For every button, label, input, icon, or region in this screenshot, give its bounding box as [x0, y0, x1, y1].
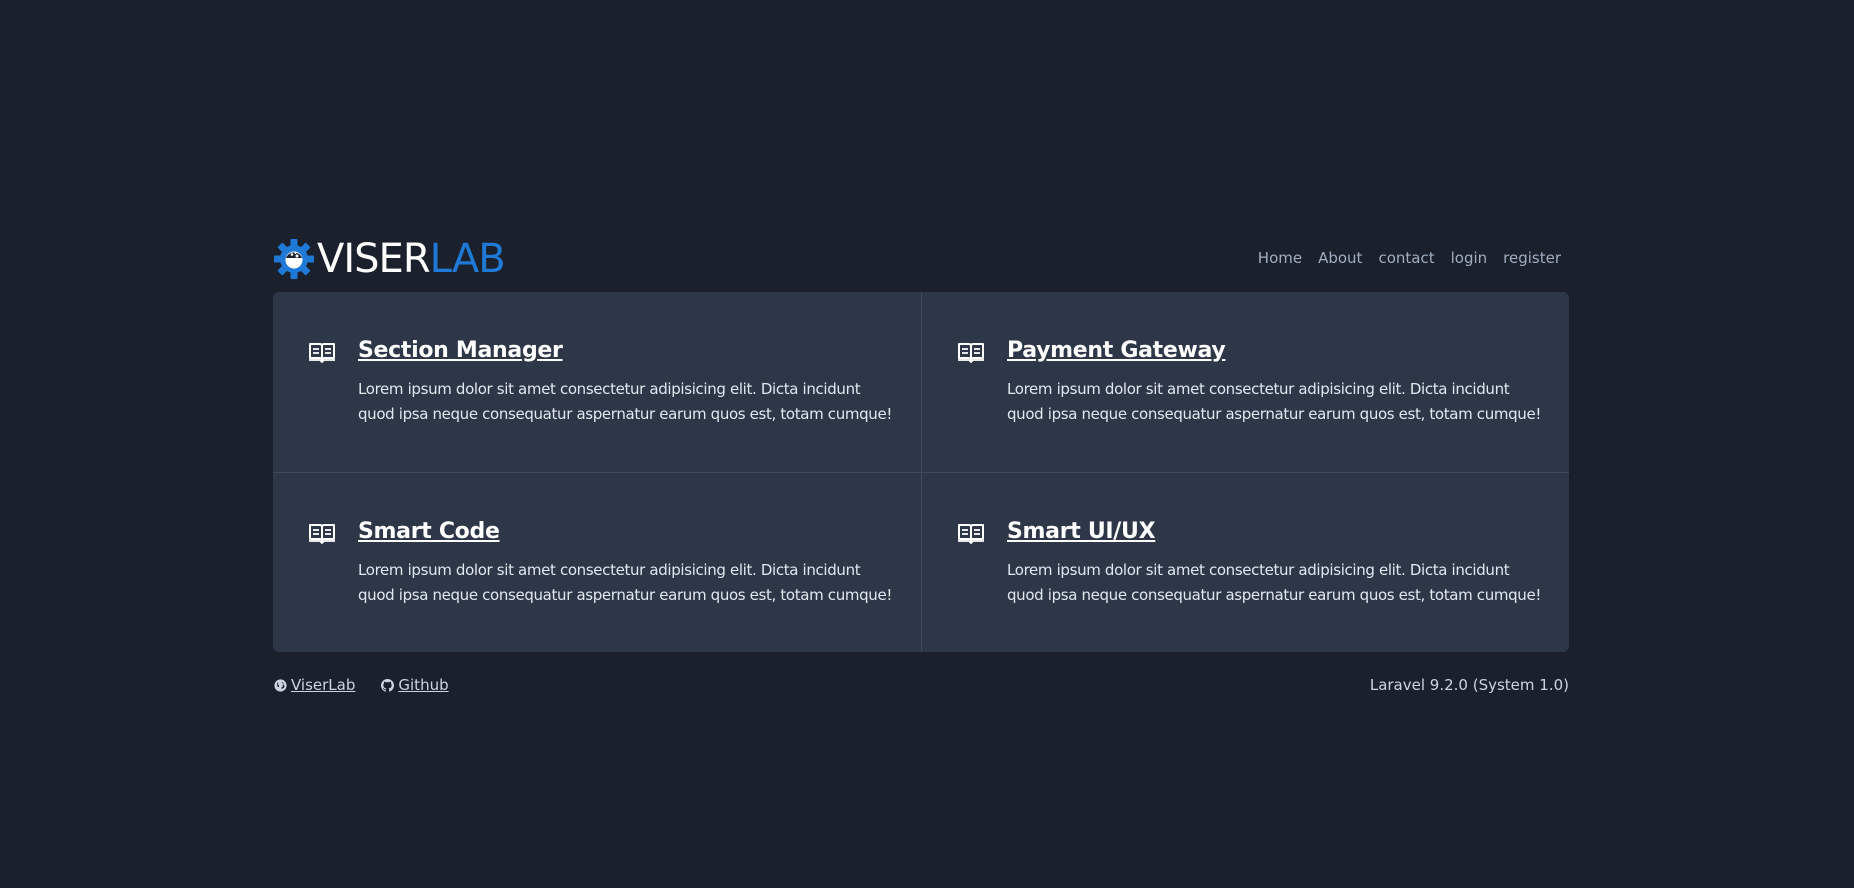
github-icon [381, 678, 395, 692]
nav-contact-link[interactable]: contact [1378, 246, 1434, 270]
brand-part2: LAB [429, 236, 506, 282]
feature-grid: Section Manager Lorem ipsum dolor sit am… [273, 292, 1569, 652]
section-manager-link[interactable]: Section Manager [358, 336, 563, 366]
payment-gateway-link[interactable]: Payment Gateway [1007, 336, 1226, 366]
viserlab-link[interactable]: ViserLab [274, 675, 355, 695]
globe-icon [274, 678, 287, 692]
github-link[interactable]: Github [381, 675, 449, 695]
book-open-icon [309, 524, 335, 544]
github-link-label: Github [398, 676, 449, 694]
card-description: Lorem ipsum dolor sit amet consectetur a… [1007, 561, 1541, 604]
card-description: Lorem ipsum dolor sit amet consectetur a… [1007, 380, 1541, 423]
feature-card: Smart Code Lorem ipsum dolor sit amet co… [273, 472, 921, 652]
footer-links: ViserLab Github [274, 675, 449, 695]
card-description: Lorem ipsum dolor sit amet consectetur a… [358, 380, 892, 423]
nav-about-link[interactable]: About [1318, 246, 1362, 270]
header: VISERLAB Home About contact login regist… [273, 232, 1569, 292]
nav-register-link[interactable]: register [1503, 246, 1561, 270]
book-open-icon [958, 524, 984, 544]
smart-ui-ux-link[interactable]: Smart UI/UX [1007, 517, 1156, 547]
brand-logo[interactable]: VISERLAB [273, 236, 506, 282]
nav-login-link[interactable]: login [1451, 246, 1488, 270]
footer: ViserLab Github Laravel 9.2.0 (System 1.… [273, 675, 1569, 715]
viserlab-link-label: ViserLab [291, 676, 356, 694]
gear-icon [274, 239, 314, 279]
smart-code-link[interactable]: Smart Code [358, 517, 500, 547]
feature-card: Payment Gateway Lorem ipsum dolor sit am… [921, 292, 1569, 472]
feature-card: Section Manager Lorem ipsum dolor sit am… [273, 292, 921, 472]
top-nav: Home About contact login register [1258, 246, 1561, 270]
book-open-icon [309, 343, 335, 363]
feature-card: Smart UI/UX Lorem ipsum dolor sit amet c… [921, 472, 1569, 652]
version-text: Laravel 9.2.0 (System 1.0) [1369, 676, 1569, 694]
card-description: Lorem ipsum dolor sit amet consectetur a… [358, 561, 892, 604]
page-container: VISERLAB Home About contact login regist… [273, 232, 1569, 715]
brand-part1: VISER [317, 236, 431, 282]
book-open-icon [958, 343, 984, 363]
nav-home-link[interactable]: Home [1258, 246, 1302, 270]
brand-wordmark: VISERLAB [317, 236, 506, 282]
